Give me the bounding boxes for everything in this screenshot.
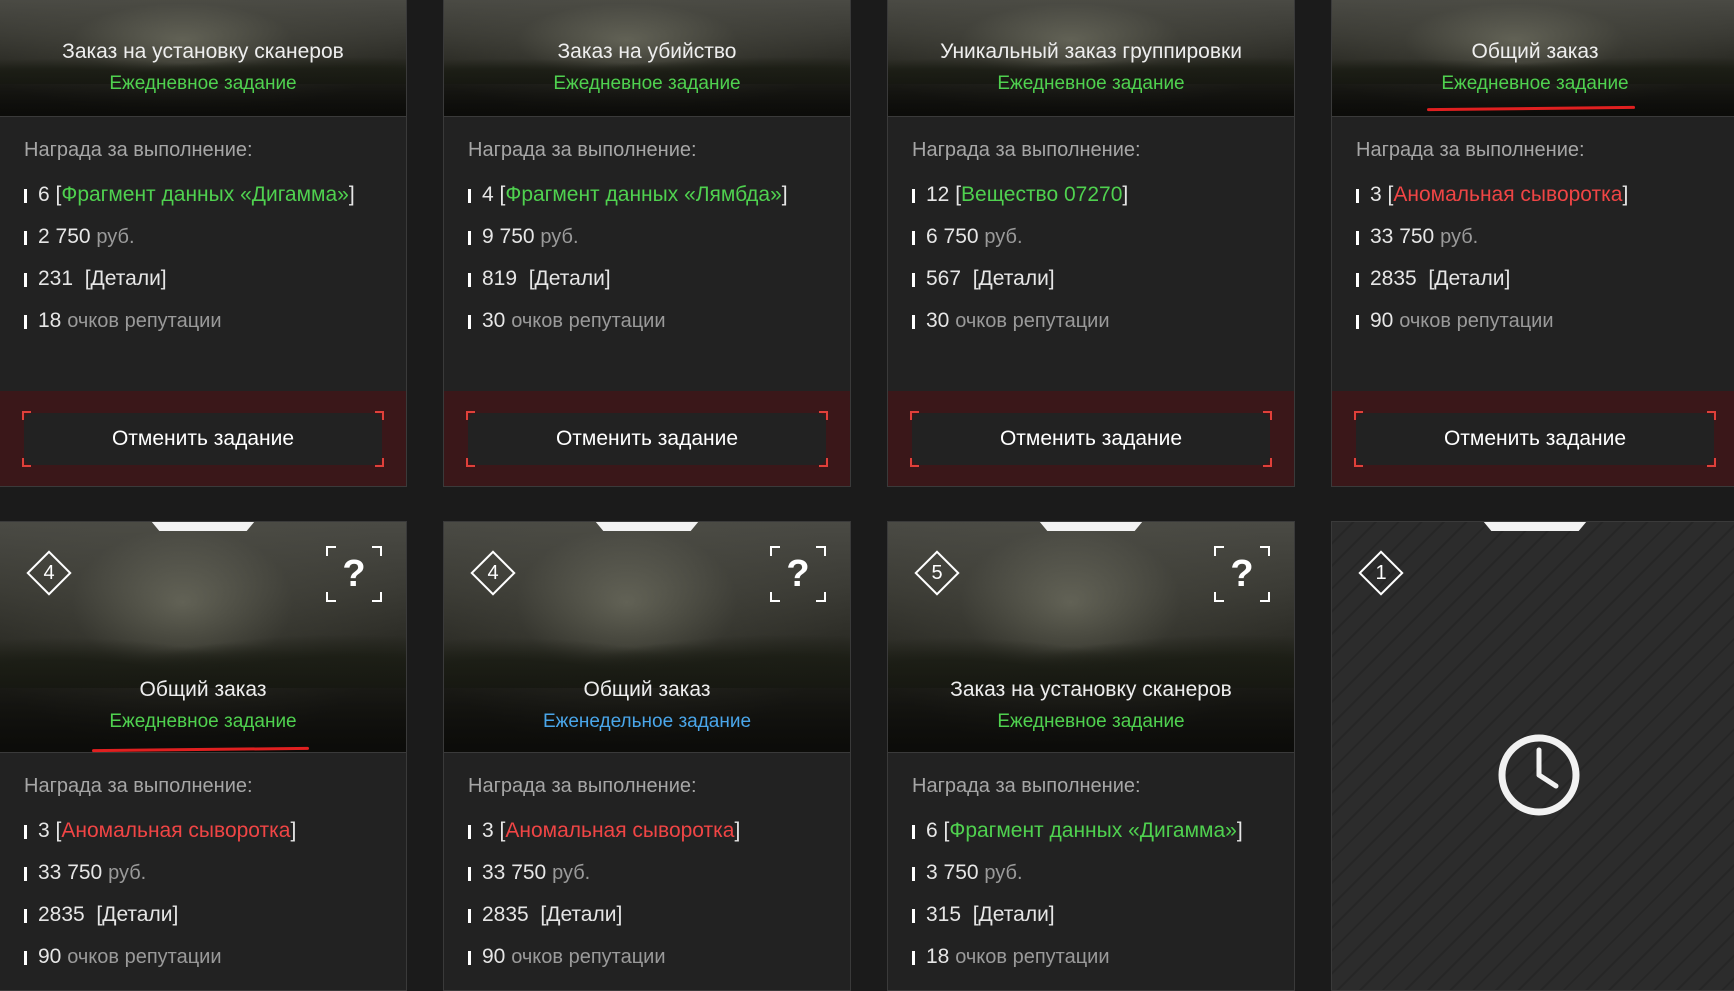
task-title: Общий заказ xyxy=(583,678,711,701)
card-image: Общий заказ Ежедневное задание xyxy=(1332,0,1734,117)
reward-item: 3 [Аномальная сыворотка] xyxy=(468,810,826,852)
reward-money: 2 750 руб. xyxy=(24,216,382,258)
task-card[interactable]: Общий заказ Ежедневное задание Награда з… xyxy=(1331,0,1734,487)
item-name[interactable]: Аномальная сыворотка xyxy=(61,819,290,842)
highlight-underline xyxy=(1426,105,1636,112)
reward-reputation: 30 очков репутации xyxy=(912,300,1270,342)
reward-label: Награда за выполнение: xyxy=(24,139,253,161)
reward-label: Награда за выполнение: xyxy=(24,775,253,797)
reward-reputation: 30 очков репутации xyxy=(468,300,826,342)
reward-money: 33 750 руб. xyxy=(1356,216,1714,258)
tier-badge: 4 xyxy=(468,548,518,598)
item-name[interactable]: Фрагмент данных «Лямбда» xyxy=(505,183,781,206)
reward-parts: 2835 [Детали] xyxy=(1356,258,1714,300)
card-image: 4 ? Общий заказ Ежедневное задание xyxy=(0,522,406,753)
cancel-task-button[interactable]: Отменить задание xyxy=(22,411,384,467)
reward-parts: 567 [Детали] xyxy=(912,258,1270,300)
card-image: Заказ на убийство Ежедневное задание xyxy=(444,0,850,117)
task-title: Заказ на установку сканеров xyxy=(62,40,344,63)
reward-parts: 2835 [Детали] xyxy=(24,894,382,936)
locked-task-card[interactable]: 1 xyxy=(1331,521,1734,991)
item-name[interactable]: Фрагмент данных «Дигамма» xyxy=(61,183,348,206)
reward-label: Награда за выполнение: xyxy=(1356,139,1585,161)
cancel-task-button[interactable]: Отменить задание xyxy=(1354,411,1716,467)
card-image: 5 ? Заказ на установку сканеров Ежедневн… xyxy=(888,522,1294,753)
card-image: Заказ на установку сканеров Ежедневное з… xyxy=(0,0,406,117)
task-type: Ежедневное задание xyxy=(1441,73,1629,94)
task-type: Ежедневное задание xyxy=(109,73,297,94)
reward-label: Награда за выполнение: xyxy=(468,775,697,797)
reward-money: 33 750 руб. xyxy=(24,852,382,894)
cancel-area: Отменить задание xyxy=(1332,391,1734,486)
reward-reputation: 18 очков репутации xyxy=(24,300,382,342)
card-tab-notch xyxy=(595,522,699,531)
tier-badge: 5 xyxy=(912,548,962,598)
task-title: Общий заказ xyxy=(139,678,267,701)
tier-badge: 1 xyxy=(1356,548,1406,598)
reward-label: Награда за выполнение: xyxy=(912,139,1141,161)
reward-item: 6 [Фрагмент данных «Дигамма»] xyxy=(912,810,1270,852)
card-tab-notch xyxy=(1039,522,1143,531)
item-name[interactable]: Вещество 07270 xyxy=(961,183,1122,206)
card-tab-notch xyxy=(1483,522,1587,531)
task-type: Ежедневное задание xyxy=(553,73,741,94)
task-title: Общий заказ xyxy=(1471,40,1599,63)
reward-item: 4 [Фрагмент данных «Лямбда»] xyxy=(468,174,826,216)
info-button[interactable]: ? xyxy=(326,546,382,602)
reward-parts: 231 [Детали] xyxy=(24,258,382,300)
reward-item: 12 [Вещество 07270] xyxy=(912,174,1270,216)
cancel-task-button[interactable]: Отменить задание xyxy=(910,411,1272,467)
reward-item: 3 [Аномальная сыворотка] xyxy=(24,810,382,852)
highlight-underline xyxy=(91,746,310,753)
info-button[interactable]: ? xyxy=(770,546,826,602)
clock-icon xyxy=(1498,734,1580,816)
reward-parts: 315 [Детали] xyxy=(912,894,1270,936)
item-name[interactable]: Аномальная сыворотка xyxy=(505,819,734,842)
question-mark-icon: ? xyxy=(786,553,810,595)
question-mark-icon: ? xyxy=(342,553,366,595)
task-title: Заказ на установку сканеров xyxy=(950,678,1232,701)
task-card[interactable]: 4 ? Общий заказ Еженедельное задание Наг… xyxy=(443,521,851,991)
reward-parts: 819 [Детали] xyxy=(468,258,826,300)
card-tab-notch xyxy=(151,522,255,531)
task-title: Уникальный заказ группировки xyxy=(940,40,1242,63)
question-mark-icon: ? xyxy=(1230,553,1254,595)
task-card[interactable]: 5 ? Заказ на установку сканеров Ежедневн… xyxy=(887,521,1295,991)
cancel-area: Отменить задание xyxy=(444,391,850,486)
task-type: Ежедневное задание xyxy=(109,711,297,732)
task-type: Еженедельное задание xyxy=(542,711,752,732)
reward-money: 33 750 руб. xyxy=(468,852,826,894)
item-name[interactable]: Аномальная сыворотка xyxy=(1393,183,1622,206)
info-button[interactable]: ? xyxy=(1214,546,1270,602)
reward-item: 6 [Фрагмент данных «Дигамма»] xyxy=(24,174,382,216)
task-card[interactable]: Уникальный заказ группировки Ежедневное … xyxy=(887,0,1295,487)
reward-money: 9 750 руб. xyxy=(468,216,826,258)
reward-money: 3 750 руб. xyxy=(912,852,1270,894)
tier-badge: 4 xyxy=(24,548,74,598)
reward-money: 6 750 руб. xyxy=(912,216,1270,258)
task-card[interactable]: Заказ на убийство Ежедневное задание Наг… xyxy=(443,0,851,487)
task-card[interactable]: Заказ на установку сканеров Ежедневное з… xyxy=(0,0,407,487)
card-image: Уникальный заказ группировки Ежедневное … xyxy=(888,0,1294,117)
card-image: 4 ? Общий заказ Еженедельное задание xyxy=(444,522,850,753)
item-name[interactable]: Фрагмент данных «Дигамма» xyxy=(949,819,1236,842)
cancel-area: Отменить задание xyxy=(0,391,406,486)
reward-reputation: 90 очков репутации xyxy=(468,936,826,978)
reward-label: Награда за выполнение: xyxy=(468,139,697,161)
cancel-task-button[interactable]: Отменить задание xyxy=(466,411,828,467)
task-type: Ежедневное задание xyxy=(997,711,1185,732)
reward-reputation: 90 очков репутации xyxy=(24,936,382,978)
task-card[interactable]: 4 ? Общий заказ Ежедневное задание Награ… xyxy=(0,521,407,991)
reward-label: Награда за выполнение: xyxy=(912,775,1141,797)
reward-reputation: 90 очков репутации xyxy=(1356,300,1714,342)
reward-reputation: 18 очков репутации xyxy=(912,936,1270,978)
reward-item: 3 [Аномальная сыворотка] xyxy=(1356,174,1714,216)
task-type: Ежедневное задание xyxy=(997,73,1185,94)
task-title: Заказ на убийство xyxy=(557,40,737,63)
cancel-area: Отменить задание xyxy=(888,391,1294,486)
reward-parts: 2835 [Детали] xyxy=(468,894,826,936)
